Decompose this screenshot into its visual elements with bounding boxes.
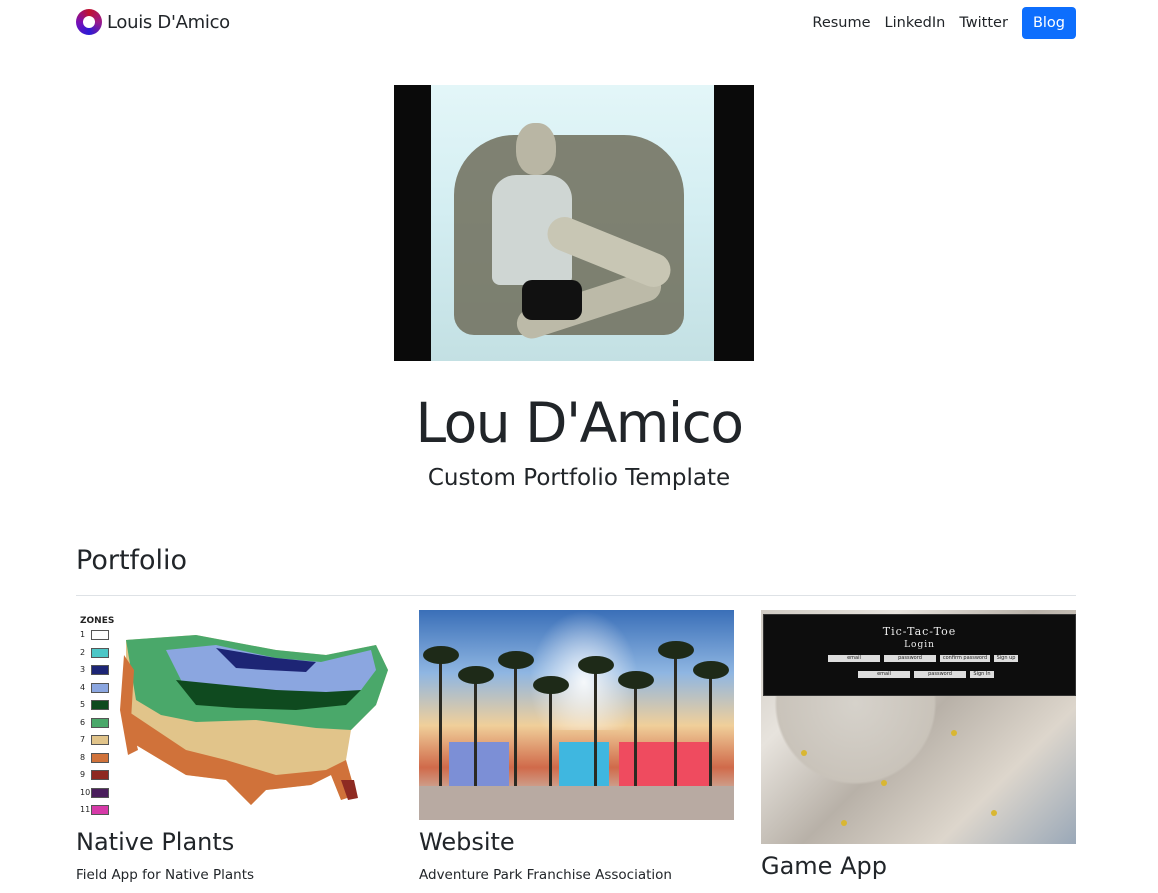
section-divider <box>76 595 1076 596</box>
nav-link-resume[interactable]: Resume <box>805 7 877 39</box>
portfolio-heading: Portfolio <box>76 545 188 576</box>
photo-head <box>516 123 556 175</box>
blog-button[interactable]: Blog <box>1021 7 1076 39</box>
brand-name: Louis D'Amico <box>107 11 230 33</box>
brand-logo-icon <box>76 9 102 35</box>
palm-tree <box>423 646 459 788</box>
paint-splatter <box>801 750 807 756</box>
game-heading: Tic-Tac-Toe <box>882 625 957 638</box>
palm-tree <box>533 676 569 788</box>
palm-tree <box>693 661 729 788</box>
card-title[interactable]: Website <box>419 828 734 857</box>
password-field: password <box>914 671 966 678</box>
hero-subtitle: Custom Portfolio Template <box>427 465 731 491</box>
palm-tree <box>458 666 494 788</box>
paint-splatter <box>951 730 957 736</box>
paint-splatter <box>881 780 887 786</box>
beach-sand <box>419 786 734 820</box>
portfolio-card-website: Website Adventure Park Franchise Associa… <box>419 610 734 884</box>
email-field: email <box>828 655 880 662</box>
building <box>559 742 609 788</box>
login-heading: Login <box>904 640 935 650</box>
nav-link-linkedin[interactable]: LinkedIn <box>878 7 953 39</box>
login-panel: Tic-Tac-Toe Login email password confirm… <box>763 614 1076 696</box>
palm-tree <box>658 641 694 788</box>
palm-tree <box>498 651 534 788</box>
sign-up-button: Sign up <box>994 655 1018 662</box>
building <box>449 742 509 788</box>
photo-shorts <box>522 280 582 320</box>
password-field: password <box>884 655 936 662</box>
paint-splatter <box>991 810 997 816</box>
building <box>619 742 709 788</box>
us-map-graphic <box>120 635 388 805</box>
beach-palm-trees-image[interactable] <box>419 610 734 820</box>
hardiness-zone-map-image[interactable]: ZONES 1 2 3 4 5 6 7 8 9 10 11 <box>76 610 391 820</box>
email-field: email <box>858 671 910 678</box>
portfolio-card-game-app: Tic-Tac-Toe Login email password confirm… <box>761 610 1076 881</box>
card-title[interactable]: Native Plants <box>76 828 391 857</box>
nav-link-twitter[interactable]: Twitter <box>952 7 1015 39</box>
tic-tac-toe-image[interactable]: Tic-Tac-Toe Login email password confirm… <box>761 610 1076 844</box>
card-title[interactable]: Game App <box>761 852 1076 881</box>
hero-title: Lou D'Amico <box>415 391 744 455</box>
palm-tree <box>618 671 654 788</box>
palm-tree <box>578 656 614 788</box>
navbar: Louis D'Amico Resume LinkedIn Twitter Bl… <box>0 0 1158 48</box>
card-text: Field App for Native Plants <box>76 866 255 883</box>
nav-links: Resume LinkedIn Twitter Blog <box>805 7 1076 39</box>
portfolio-card-native-plants: ZONES 1 2 3 4 5 6 7 8 9 10 11 Native Plants Field … <box>76 610 391 884</box>
sign-in-button: Sign In <box>970 671 994 678</box>
paint-splatter <box>841 820 847 826</box>
brand-link[interactable]: Louis D'Amico <box>76 9 230 35</box>
card-text: Adventure Park Franchise Association <box>419 866 672 883</box>
profile-photo <box>394 85 754 361</box>
confirm-password-field: confirm password <box>940 655 990 662</box>
